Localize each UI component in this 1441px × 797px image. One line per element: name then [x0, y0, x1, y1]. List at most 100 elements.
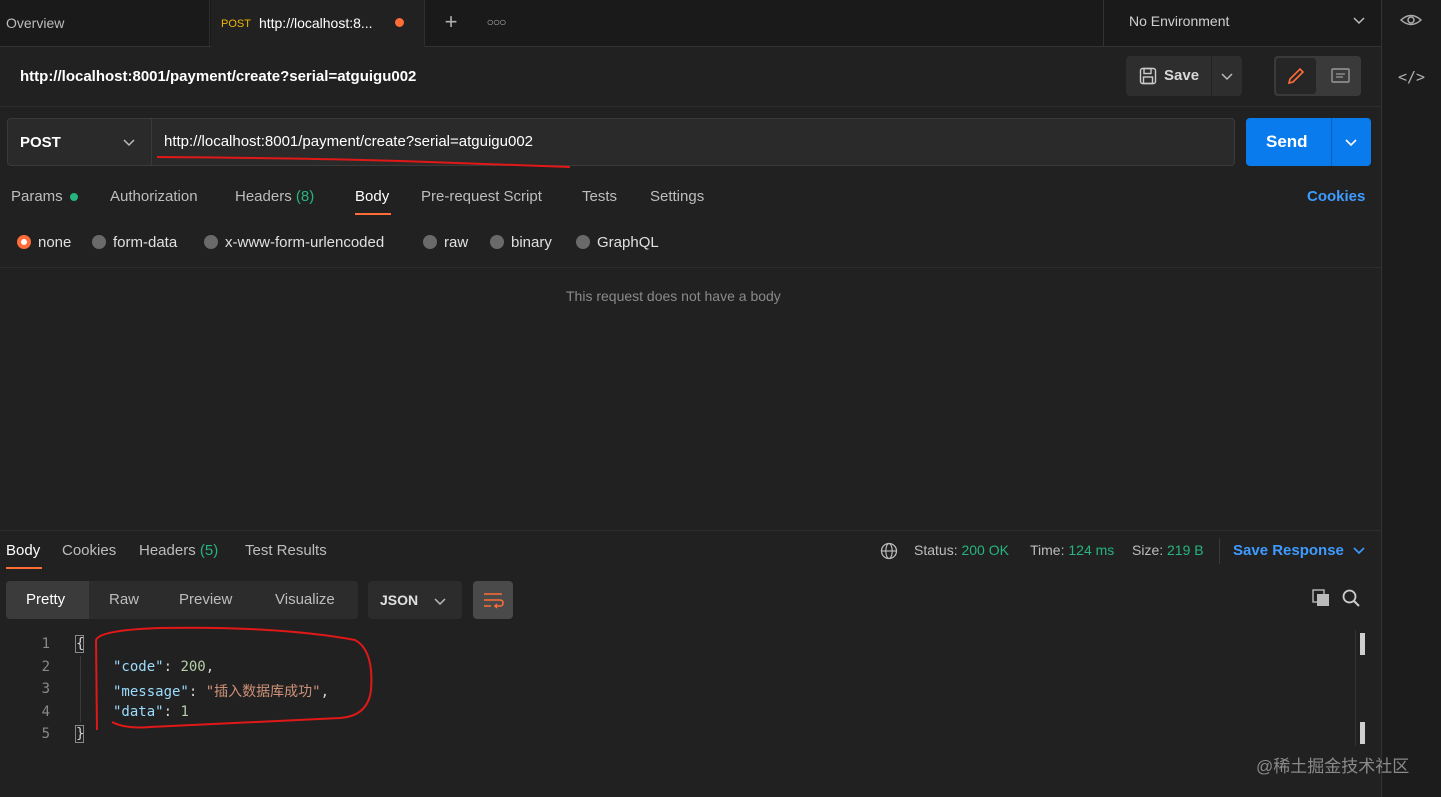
size-value: 219 B: [1167, 542, 1204, 558]
radio-label: none: [38, 234, 72, 251]
url-input[interactable]: http://localhost:8001/payment/create?ser…: [151, 118, 1235, 166]
view-label: Pretty: [26, 591, 66, 608]
new-tab-plus-icon[interactable]: +: [438, 9, 464, 35]
scrollbar-thumb[interactable]: [1360, 633, 1365, 655]
radio-label: binary: [511, 234, 552, 251]
method-select[interactable]: POST: [7, 118, 151, 166]
wrap-lines-icon: [484, 593, 504, 609]
more-tabs-icon[interactable]: ○○○: [484, 10, 508, 34]
format-select[interactable]: JSON: [368, 581, 462, 619]
send-label: Send: [1266, 132, 1308, 151]
request-title[interactable]: http://localhost:8001/payment/create?ser…: [20, 68, 416, 85]
search-icon[interactable]: [1341, 588, 1361, 608]
tab-body[interactable]: Body: [355, 188, 389, 205]
view-pretty-button[interactable]: Pretty: [6, 581, 89, 619]
wrap-lines-button[interactable]: [473, 581, 513, 619]
radio-x-www-form-urlencoded[interactable]: x-www-form-urlencoded: [204, 234, 384, 251]
tab-params[interactable]: Params: [11, 188, 63, 205]
headers-count: (8): [295, 188, 315, 205]
time-value: 124 ms: [1068, 542, 1115, 558]
time-label: Time:: [1030, 542, 1065, 558]
code-snippet-icon[interactable]: </>: [1398, 68, 1425, 86]
tab-settings[interactable]: Settings: [650, 188, 704, 205]
radio-icon: [490, 235, 504, 249]
json-string: "插入数据库成功": [205, 684, 321, 700]
radio-icon: [92, 235, 106, 249]
time-info[interactable]: Time: 124 ms: [1030, 542, 1114, 558]
radio-icon: [423, 235, 437, 249]
scrollbar-thumb[interactable]: [1360, 722, 1365, 744]
globe-icon[interactable]: [880, 542, 898, 560]
eye-icon[interactable]: [1400, 11, 1422, 29]
radio-label: raw: [444, 234, 469, 251]
view-visualize-button[interactable]: Visualize: [275, 591, 335, 608]
tab-overview[interactable]: Overview: [0, 0, 210, 46]
line-number: 4: [41, 704, 50, 720]
tab-authorization[interactable]: Authorization: [110, 188, 198, 205]
save-icon: [1139, 67, 1157, 85]
chevron-down-icon[interactable]: [1344, 135, 1358, 149]
response-tab-headers[interactable]: Headers (5): [139, 542, 218, 559]
radio-none[interactable]: none: [17, 234, 71, 251]
radio-raw[interactable]: raw: [423, 234, 468, 251]
line-number: 1: [41, 636, 50, 652]
copy-icon[interactable]: [1311, 588, 1331, 608]
tab-tests[interactable]: Tests: [582, 188, 617, 205]
active-tab-indicator: [355, 213, 391, 215]
status-info[interactable]: Status: 200 OK: [914, 542, 1009, 558]
unsaved-dot-icon: [395, 18, 404, 27]
line-number: 3: [41, 681, 50, 697]
json-key: "data": [113, 704, 164, 720]
tab-method: POST: [221, 18, 251, 30]
response-tab-cookies[interactable]: Cookies: [62, 542, 116, 559]
active-tab-indicator: [6, 567, 42, 569]
response-tab-test-results[interactable]: Test Results: [245, 542, 327, 559]
scrollbar-track[interactable]: [1355, 630, 1356, 746]
response-headers-count: (5): [199, 542, 219, 559]
response-tab-body[interactable]: Body: [6, 542, 40, 559]
comment-icon: [1331, 68, 1350, 83]
radio-form-data[interactable]: form-data: [92, 234, 177, 251]
radio-label: form-data: [113, 234, 178, 251]
indent-guide: [80, 656, 81, 722]
tab-headers-label: Headers: [235, 188, 292, 205]
json-close-brace: }: [76, 726, 85, 742]
environment-select[interactable]: No Environment: [1103, 0, 1381, 46]
tab-prerequest-script[interactable]: Pre-request Script: [421, 188, 542, 205]
tab-active-request[interactable]: POST http://localhost:8...: [211, 0, 425, 47]
line-number: 5: [41, 726, 50, 742]
pencil-icon: [1287, 67, 1305, 85]
radio-icon: [204, 235, 218, 249]
divider: [1219, 538, 1220, 564]
radio-icon: [576, 235, 590, 249]
save-button[interactable]: Save: [1126, 56, 1242, 96]
chevron-down-icon[interactable]: [1220, 69, 1234, 83]
tab-label: http://localhost:8...: [258, 15, 373, 31]
status-value: 200 OK: [961, 542, 1009, 558]
format-label: JSON: [380, 592, 419, 608]
divider: [0, 106, 1381, 107]
send-button[interactable]: Send: [1246, 118, 1371, 166]
size-info[interactable]: Size: 219 B: [1132, 542, 1204, 558]
size-label: Size:: [1132, 542, 1164, 558]
divider: [0, 267, 1381, 268]
empty-body-message: This request does not have a body: [566, 288, 781, 304]
radio-graphql[interactable]: GraphQL: [576, 234, 659, 251]
save-response-button[interactable]: Save Response: [1233, 542, 1366, 559]
code-line: {: [76, 636, 84, 652]
view-preview-button[interactable]: Preview: [179, 591, 232, 608]
save-response-label: Save Response: [1233, 542, 1344, 559]
environment-label: No Environment: [1129, 13, 1230, 29]
divider: [0, 530, 1381, 531]
watermark: @稀土掘金技术社区: [1256, 757, 1410, 776]
tab-headers[interactable]: Headers (8): [235, 188, 314, 205]
radio-binary[interactable]: binary: [490, 234, 552, 251]
chevron-down-icon: [1353, 17, 1365, 25]
radio-label: x-www-form-urlencoded: [225, 234, 385, 251]
chevron-down-icon: [434, 598, 446, 606]
view-raw-button[interactable]: Raw: [109, 591, 139, 608]
edit-mode-button[interactable]: [1276, 58, 1316, 94]
cookies-link[interactable]: Cookies: [1307, 188, 1365, 205]
comments-button[interactable]: [1322, 58, 1359, 94]
json-number: 1: [180, 704, 189, 720]
